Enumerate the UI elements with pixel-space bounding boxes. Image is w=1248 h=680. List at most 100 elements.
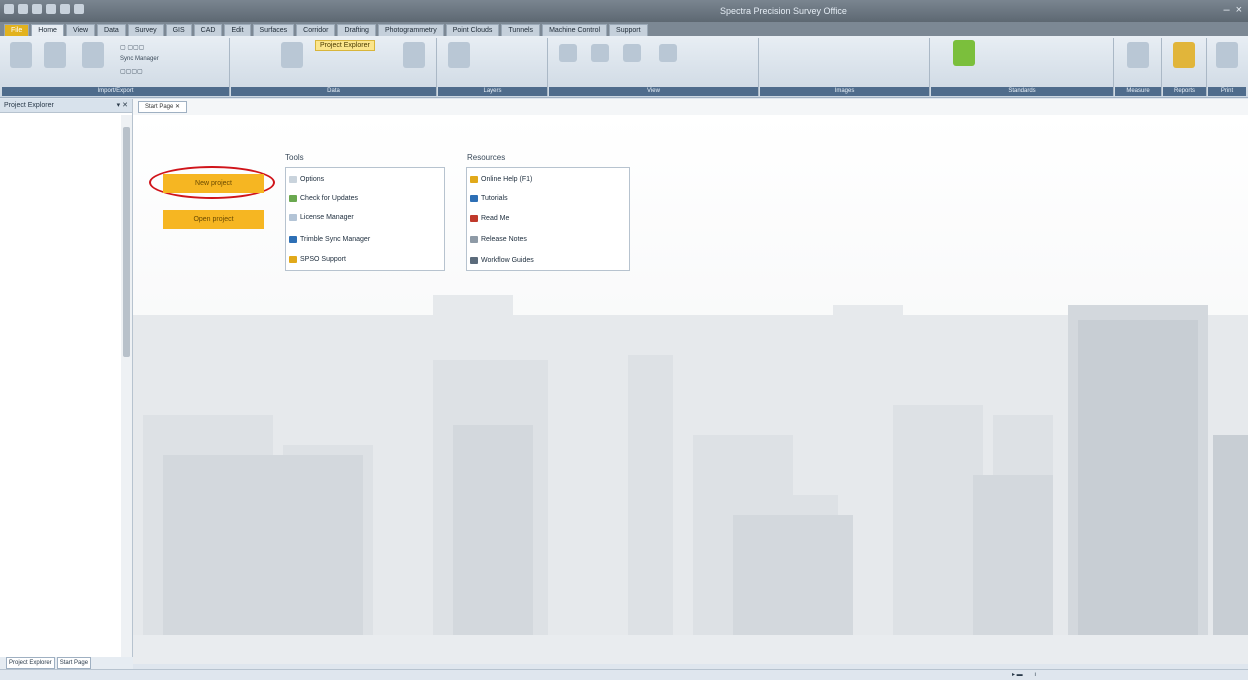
start-page: New project Open project Tools Options C… [133, 115, 1248, 664]
3d-view-icon[interactable] [591, 44, 609, 62]
tab-gis[interactable]: GIS [165, 24, 192, 36]
customize-toolbar-icon[interactable] [74, 4, 84, 14]
measure-icon[interactable] [1127, 42, 1149, 68]
app-menu-icon[interactable] [4, 4, 14, 14]
import-icon[interactable] [10, 42, 32, 68]
ribbon-group-images: Images [760, 38, 930, 96]
project-explorer-button[interactable]: Project Explorer [315, 40, 375, 51]
group-label-print: Print [1208, 87, 1246, 96]
ribbon-group-standards: Standards [931, 38, 1114, 96]
project-explorer-pane: Project Explorer ▾ ✕ [0, 99, 133, 664]
print-icon[interactable] [1216, 42, 1238, 68]
tab-corridor[interactable]: Corridor [296, 24, 336, 36]
layer-manager-icon[interactable] [448, 42, 470, 68]
start-page-tab[interactable]: Start Page ✕ [138, 101, 188, 113]
tutorials-label: Tutorials [481, 195, 508, 202]
spso-support-link[interactable]: SPSO Support [289, 256, 346, 263]
tab-survey[interactable]: Survey [127, 24, 164, 36]
start-page-tab-label: Start Page [145, 104, 174, 110]
tutorials-link[interactable]: Tutorials [470, 195, 508, 202]
export-icon[interactable] [44, 42, 66, 68]
release-notes-label: Release Notes [481, 236, 527, 243]
workflow-guides-label: Workflow Guides [481, 257, 534, 264]
sync-icon [289, 236, 297, 243]
ribbon-small-item[interactable]: ▢▢▢▢ [120, 68, 143, 75]
tab-start-page-bottom[interactable]: Start Page [56, 657, 92, 669]
tab-drafting[interactable]: Drafting [337, 24, 376, 36]
undo-icon[interactable] [32, 4, 42, 14]
minimize-icon[interactable]: – [1223, 4, 1229, 16]
pane-pin-icon[interactable]: ▾ ✕ [117, 99, 128, 112]
coordinate-system-icon[interactable] [953, 40, 975, 66]
tab-view[interactable]: View [65, 24, 96, 36]
tutorials-icon [470, 195, 478, 202]
tab-tunnels[interactable]: Tunnels [501, 24, 541, 36]
zoom-icon[interactable] [623, 44, 641, 62]
status-indicator: ▸ ▬ ı [1012, 672, 1037, 678]
new-project-button[interactable]: New project [163, 174, 264, 193]
spso-support-label: SPSO Support [300, 256, 346, 263]
group-label-view: View [549, 87, 758, 96]
redo-icon[interactable] [46, 4, 56, 14]
properties-icon[interactable] [281, 42, 303, 68]
notes-icon [470, 236, 478, 243]
save-icon[interactable] [18, 4, 28, 14]
group-label-layers: Layers [438, 87, 547, 96]
quick-access-toolbar [4, 4, 84, 14]
check-for-updates-link[interactable]: Check for Updates [289, 195, 358, 202]
tools-panel: Options Check for Updates License Manage… [285, 167, 445, 271]
tab-photogrammetry[interactable]: Photogrammetry [377, 24, 444, 36]
check-for-updates-label: Check for Updates [300, 195, 358, 202]
tab-edit[interactable]: Edit [224, 24, 251, 36]
ribbon-group-view: View [549, 38, 759, 96]
readme-icon [470, 215, 478, 222]
tab-cad[interactable]: CAD [193, 24, 223, 36]
group-label-import-export: Import/Export [2, 87, 229, 96]
ribbon-small-item[interactable]: ▢ ▢▢▢ [120, 44, 144, 51]
tab-surfaces[interactable]: Surfaces [252, 24, 295, 36]
view-filter-icon[interactable] [659, 44, 677, 62]
tab-project-explorer[interactable]: Project Explorer [6, 657, 55, 669]
plan-view-icon[interactable] [559, 44, 577, 62]
pane-scrollbar[interactable] [121, 115, 132, 660]
license-manager-link[interactable]: License Manager [289, 214, 354, 221]
read-me-link[interactable]: Read Me [470, 215, 509, 222]
print-icon[interactable] [60, 4, 70, 14]
tab-file[interactable]: File [4, 24, 30, 36]
ribbon-group-print: Print [1208, 38, 1246, 96]
ribbon-group-reports: Reports [1163, 38, 1207, 96]
online-help-label: Online Help (F1) [481, 176, 533, 183]
sync-manager-link[interactable]: Sync Manager [120, 56, 159, 62]
trimble-sync-manager-link[interactable]: Trimble Sync Manager [289, 236, 370, 243]
update-icon [289, 195, 297, 202]
scrollbar-thumb[interactable] [123, 127, 130, 357]
title-bar: Spectra Precision Survey Office – × [0, 0, 1248, 22]
support-icon [289, 256, 297, 263]
ribbon-tab-row: File Home View Data Survey GIS CAD Edit … [0, 22, 1248, 36]
reports-icon[interactable] [1173, 42, 1195, 68]
status-bar: ▸ ▬ ı [0, 669, 1248, 680]
guides-icon [470, 257, 478, 264]
open-project-button[interactable]: Open project [163, 210, 264, 229]
options-link[interactable]: Options [289, 176, 324, 183]
selection-icon[interactable] [403, 42, 425, 68]
tab-home[interactable]: Home [31, 24, 64, 36]
resources-panel: Online Help (F1) Tutorials Read Me Relea… [466, 167, 630, 271]
tab-point-clouds[interactable]: Point Clouds [445, 24, 500, 36]
license-manager-label: License Manager [300, 214, 354, 221]
release-notes-link[interactable]: Release Notes [470, 236, 527, 243]
help-icon [470, 176, 478, 183]
online-help-link[interactable]: Online Help (F1) [470, 176, 532, 183]
tab-machine-control[interactable]: Machine Control [542, 24, 608, 36]
group-label-measure: Measure [1115, 87, 1161, 96]
pane-bottom-tabs: Project Explorer Start Page [0, 657, 133, 669]
document-area: Start Page ✕ New project Open project To… [133, 99, 1248, 664]
trimble-access-icon[interactable] [82, 42, 104, 68]
group-label-images: Images [760, 87, 929, 96]
tab-data[interactable]: Data [97, 24, 126, 36]
tab-support[interactable]: Support [609, 24, 648, 36]
trimble-sync-manager-label: Trimble Sync Manager [300, 236, 371, 243]
options-label: Options [300, 176, 325, 183]
close-icon[interactable]: × [1236, 4, 1242, 16]
workflow-guides-link[interactable]: Workflow Guides [470, 257, 534, 264]
